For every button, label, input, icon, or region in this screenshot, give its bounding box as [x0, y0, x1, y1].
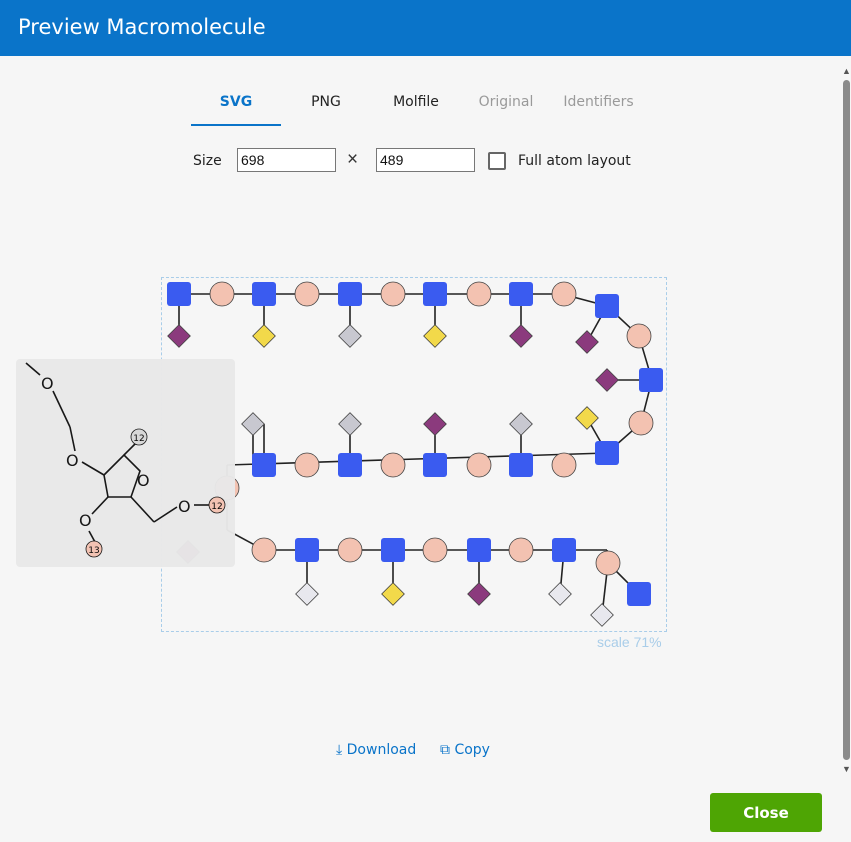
oxygen-label: O: [79, 511, 92, 530]
svg-text:12: 12: [133, 434, 144, 444]
tab-identifiers[interactable]: Identifiers: [551, 86, 646, 126]
tab-png[interactable]: PNG: [281, 86, 371, 126]
scrollbar[interactable]: ▲ ▼: [841, 66, 851, 776]
copy-button[interactable]: ⧉ Copy: [440, 742, 490, 758]
tab-svg[interactable]: SVG: [191, 86, 281, 126]
width-input[interactable]: [237, 148, 336, 172]
structure-preview: [161, 277, 667, 632]
size-row: Size × Full atom layout: [193, 148, 653, 174]
scroll-thumb[interactable]: [843, 80, 850, 760]
tab-molfile[interactable]: Molfile: [371, 86, 461, 126]
copy-label: Copy: [454, 742, 490, 758]
copy-icon: ⧉: [440, 742, 450, 758]
svg-text:12: 12: [211, 502, 222, 512]
attachment-point-12: 12: [130, 428, 148, 446]
scale-label: scale 71%: [597, 634, 662, 650]
download-button[interactable]: ⤓ Download: [336, 742, 416, 758]
times-icon: ×: [347, 149, 359, 170]
attachment-point-12b: 12: [208, 496, 226, 514]
svg-text:13: 13: [88, 546, 99, 556]
dialog-title: Preview Macromolecule: [18, 15, 266, 39]
oxygen-label: O: [41, 374, 54, 393]
close-button[interactable]: Close: [710, 793, 822, 832]
tab-bar: SVG PNG Molfile Original Identifiers: [191, 86, 651, 126]
full-atom-checkbox[interactable]: [488, 152, 506, 170]
active-tab-indicator: [191, 124, 281, 126]
oxygen-label: O: [66, 451, 79, 470]
scroll-up-icon[interactable]: ▲: [842, 66, 851, 76]
sugar-monomer: [167, 282, 663, 606]
size-label: Size: [193, 153, 222, 169]
sugar-structure-image: O O O O O 12 13 12: [25, 362, 226, 558]
oxygen-label: O: [178, 497, 191, 516]
download-icon: ⤓: [336, 742, 343, 758]
scroll-down-icon[interactable]: ▼: [842, 764, 851, 774]
download-label: Download: [346, 742, 417, 758]
tab-original[interactable]: Original: [461, 86, 551, 126]
dialog-header: Preview Macromolecule: [0, 0, 851, 56]
macromolecule-image: [167, 281, 663, 627]
full-atom-label: Full atom layout: [518, 153, 631, 169]
oxygen-label: O: [137, 471, 150, 490]
monomer-structure-popup: O O O O O 12 13 12: [16, 359, 235, 567]
attachment-point-13: 13: [85, 540, 103, 558]
height-input[interactable]: [376, 148, 475, 172]
